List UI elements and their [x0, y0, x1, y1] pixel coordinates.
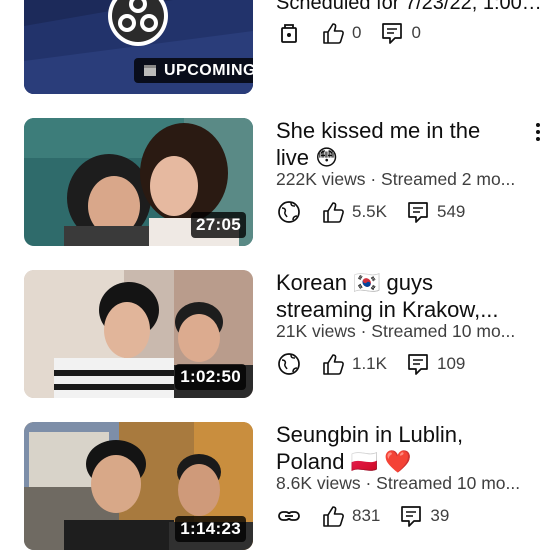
video-title[interactable]: Korean 🇰🇷 guys streaming in Krakow,... [276, 269, 516, 323]
video-duration: 1:14:23 [175, 516, 246, 542]
video-title-line: Korean 🇰🇷 guys [276, 270, 434, 295]
comment-icon[interactable] [398, 503, 424, 529]
video-actions: 831 39 [276, 502, 449, 530]
video-title-line: streaming in Krakow,... [276, 297, 499, 322]
comment-icon[interactable] [379, 20, 405, 46]
comment-count: 549 [436, 202, 466, 221]
video-thumbnail[interactable]: 27:05 [24, 118, 253, 246]
video-thumbnail[interactable]: 1:02:50 [24, 270, 253, 398]
video-thumbnail[interactable]: 1:14:23 [24, 422, 253, 550]
video-duration: 27:05 [191, 212, 246, 238]
upcoming-badge: UPCOMING [134, 58, 253, 83]
video-actions: 0 0 [276, 19, 421, 47]
like-icon[interactable] [320, 351, 346, 377]
globe-icon[interactable] [276, 351, 302, 377]
comment-count: 109 [436, 354, 466, 373]
like-icon[interactable] [320, 20, 346, 46]
like-count: 1.1K [352, 354, 387, 373]
calendar-icon [144, 65, 156, 76]
video-actions: 1.1K 109 [276, 350, 465, 378]
video-title-line: Seungbin in Lublin, [276, 422, 464, 447]
video-title[interactable]: She kissed me in the live 😳 [276, 117, 516, 171]
video-title-line: Poland 🇵🇱 ❤️ [276, 449, 412, 474]
like-count: 831 [352, 506, 381, 525]
comment-icon[interactable] [405, 199, 431, 225]
comment-count: 39 [430, 506, 450, 525]
upcoming-label: UPCOMING [164, 62, 253, 79]
video-meta: 222K views · Streamed 2 mo... [276, 169, 516, 189]
video-title[interactable]: Seungbin in Lublin, Poland 🇵🇱 ❤️ [276, 421, 516, 475]
video-thumbnail[interactable]: UPCOMING [24, 0, 253, 94]
video-title-line: She kissed me in the [276, 118, 481, 143]
comment-icon[interactable] [405, 351, 431, 377]
like-icon[interactable] [320, 199, 346, 225]
like-count: 5.5K [352, 202, 387, 221]
like-icon[interactable] [320, 503, 346, 529]
like-count: 0 [352, 23, 362, 42]
video-schedule: Scheduled for 7/23/22, 1:00… [276, 0, 541, 14]
video-duration: 1:02:50 [175, 364, 246, 390]
lock-calendar-icon[interactable] [276, 20, 302, 46]
video-meta: 21K views · Streamed 10 mo... [276, 321, 516, 341]
video-meta: 8.6K views · Streamed 10 mo... [276, 473, 521, 493]
comment-count: 0 [411, 23, 421, 42]
globe-icon[interactable] [276, 199, 302, 225]
more-options-icon[interactable] [528, 119, 548, 145]
video-title-line: live 😳 [276, 145, 339, 170]
video-actions: 5.5K 549 [276, 198, 465, 226]
link-icon[interactable] [276, 503, 302, 529]
